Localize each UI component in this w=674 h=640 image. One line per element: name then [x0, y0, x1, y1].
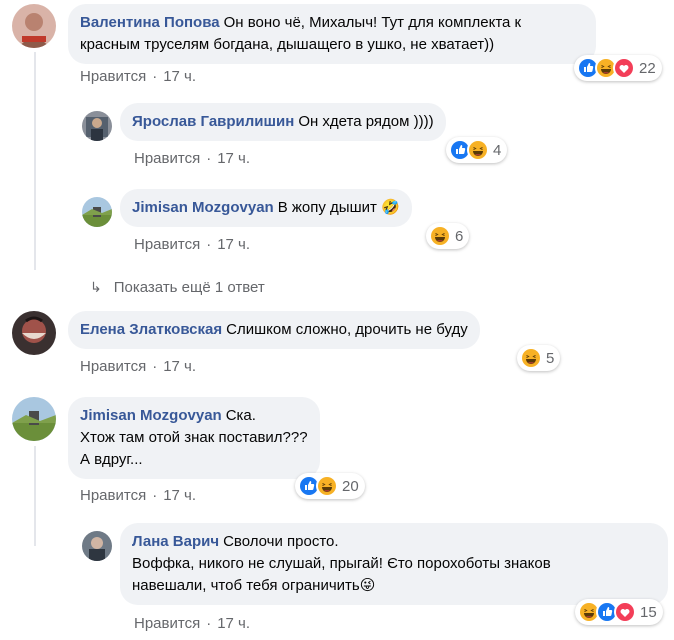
author-name[interactable]: Елена Златковская	[80, 321, 222, 338]
avatar[interactable]	[82, 111, 112, 141]
like-button[interactable]: Нравится	[134, 150, 200, 167]
timestamp[interactable]: 17 ч.	[217, 150, 250, 167]
reaction-count: 6	[455, 227, 464, 245]
reaction-summary[interactable]: 5	[517, 345, 561, 371]
avatar[interactable]	[82, 197, 112, 227]
comment-text: красным труселям богдана, дышащего в ушк…	[80, 36, 495, 53]
reaction-count: 22	[639, 59, 656, 77]
comment-actions: Нравится · 17 ч.	[80, 487, 197, 504]
reply-thread-line	[34, 52, 36, 270]
reaction-count: 5	[546, 349, 555, 367]
reaction-count: 15	[640, 603, 657, 621]
reaction-count: 4	[493, 141, 502, 159]
comment-actions: Нравится · 17 ч.	[80, 68, 197, 85]
comment-bubble: Лана Варич Сволочи просто. Воффка, никого…	[120, 523, 668, 605]
haha-reaction-icon	[467, 139, 489, 161]
comment-actions: Нравится · 17 ч.	[80, 358, 197, 375]
comment-text: Хтож там отой знак поставил???	[80, 429, 308, 446]
show-more-replies-label: Показать ещё 1 ответ	[113, 279, 265, 296]
reaction-summary[interactable]: 15	[575, 599, 663, 625]
author-name[interactable]: Валентина Попова	[80, 14, 220, 31]
like-button[interactable]: Нравится	[80, 68, 146, 85]
comment-text: Воффка, никого не слушай, прыгай! Єто по…	[132, 555, 551, 572]
haha-reaction-icon	[429, 225, 451, 247]
show-more-replies-link[interactable]: ↳ Показать ещё 1 ответ	[90, 279, 265, 296]
comment-bubble: Jimisan Mozgovyan В жопу дышит 🤣	[120, 189, 412, 227]
like-button[interactable]: Нравится	[80, 487, 146, 504]
author-name[interactable]: Jimisan Mozgovyan	[80, 407, 222, 424]
comment-bubble: Ярослав Гаврилишин Он хдета рядом ))))	[120, 103, 446, 141]
timestamp[interactable]: 17 ч.	[217, 615, 250, 632]
like-button[interactable]: Нравится	[134, 615, 200, 632]
author-name[interactable]: Лана Варич	[132, 533, 219, 550]
timestamp[interactable]: 17 ч.	[163, 358, 196, 375]
haha-reaction-icon	[520, 347, 542, 369]
love-reaction-icon	[613, 57, 635, 79]
comment-text: Слишком сложно, дрочить не буду	[226, 321, 468, 338]
comment-actions: Нравится · 17 ч.	[134, 236, 251, 253]
comment-text: Ска.	[225, 407, 256, 424]
comment-bubble: Елена Златковская Слишком сложно, дрочить…	[68, 311, 480, 349]
comment-bubble: Валентина Попова Он воно чё, Михалыч! Тут…	[68, 4, 596, 64]
comment-actions: Нравится · 17 ч.	[134, 615, 251, 632]
comment-text: В жопу дышит 🤣	[277, 199, 400, 216]
love-reaction-icon	[614, 601, 636, 623]
author-name[interactable]: Jimisan Mozgovyan	[132, 199, 274, 216]
timestamp[interactable]: 17 ч.	[163, 487, 196, 504]
comment-text: Сволочи просто.	[223, 533, 339, 550]
reply-thread-line	[34, 446, 36, 546]
avatar[interactable]	[82, 531, 112, 561]
reaction-summary[interactable]: 20	[295, 473, 365, 499]
timestamp[interactable]: 17 ч.	[163, 68, 196, 85]
reaction-summary[interactable]: 6	[426, 223, 470, 249]
like-button[interactable]: Нравится	[80, 358, 146, 375]
author-name[interactable]: Ярослав Гаврилишин	[132, 113, 294, 130]
reaction-summary[interactable]: 22	[574, 55, 662, 81]
haha-reaction-icon	[316, 475, 338, 497]
reaction-summary[interactable]: 4	[446, 137, 508, 163]
reaction-count: 20	[342, 477, 359, 495]
like-button[interactable]: Нравится	[134, 236, 200, 253]
comment-text: навешали, чтоб тебя ограничить😜	[132, 577, 376, 594]
avatar[interactable]	[12, 4, 56, 48]
comment-text: А вдруг...	[80, 451, 143, 468]
comment-text: Он воно чё, Михалыч! Тут для комплекта к	[223, 14, 522, 31]
comment-bubble: Jimisan Mozgovyan Ска. Хтож там отой знак…	[68, 397, 320, 479]
comment-text: Он хдета рядом ))))	[298, 113, 434, 130]
reply-arrow-icon: ↳	[90, 279, 102, 295]
comment-actions: Нравится · 17 ч.	[134, 150, 251, 167]
timestamp[interactable]: 17 ч.	[217, 236, 250, 253]
avatar[interactable]	[12, 311, 56, 355]
avatar[interactable]	[12, 397, 56, 441]
